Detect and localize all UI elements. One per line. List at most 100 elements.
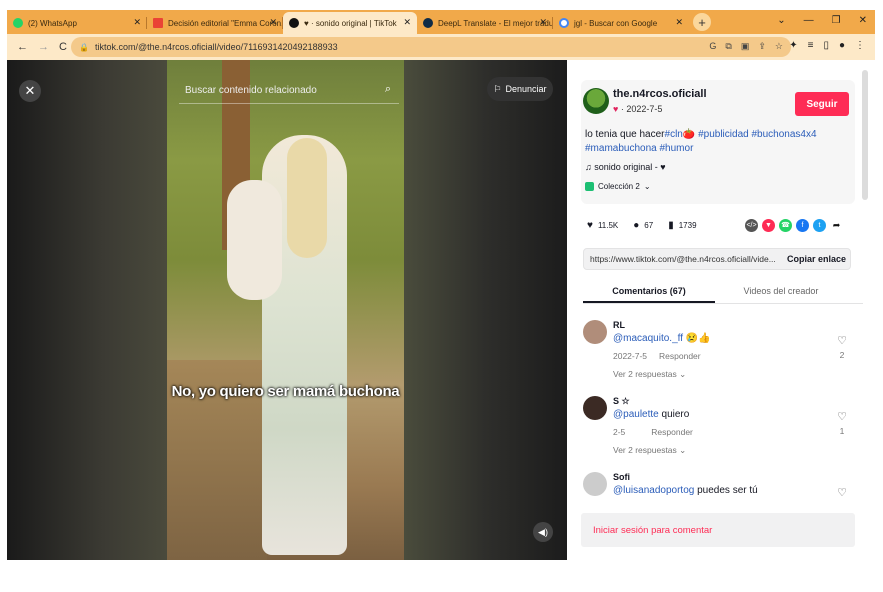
hashtag[interactable]: #buchonas4x4 <box>751 129 816 140</box>
close-tab-icon[interactable]: ✕ <box>539 17 547 28</box>
profile-avatar-icon[interactable]: ● <box>839 40 845 51</box>
username[interactable]: the.n4rcos.oficiall <box>613 88 707 100</box>
bookmark-icon[interactable]: ▮ <box>668 220 674 231</box>
tab-whatsapp[interactable]: (2) WhatsApp ✕ <box>7 12 147 34</box>
comment-count: 67 <box>644 221 654 230</box>
extension-icons: ✦ ≡ ▯ ● ⋮ <box>789 40 865 51</box>
url-field[interactable]: 🔒 tiktok.com/@the.n4rcos.oficiall/video/… <box>71 37 791 57</box>
twitter-icon[interactable]: t <box>813 219 826 232</box>
google-lens-icon[interactable]: G <box>709 41 716 52</box>
window-controls: ⌄ — ❐ ✕ <box>777 15 867 26</box>
tab-creator-videos[interactable]: Videos del creador <box>715 282 847 303</box>
hashtag[interactable]: #mamabuchona <box>585 143 657 154</box>
report-label: Denunciar <box>505 84 547 94</box>
side-panel-icon[interactable]: ▯ <box>823 40 829 51</box>
tab-tiktok[interactable]: ♥ · sonido original | TikTok ✕ <box>283 12 417 34</box>
tab-label: DeepL Translate - El mejor tradu... <box>438 18 553 28</box>
avatar[interactable] <box>583 88 609 114</box>
hashtag[interactable]: #cln🍅 <box>665 129 696 140</box>
whatsapp-share-icon[interactable]: ☎ <box>779 219 792 232</box>
close-tab-icon[interactable]: ✕ <box>403 17 411 28</box>
tab-label: jgl - Buscar con Google <box>574 18 658 28</box>
collection-link[interactable]: Colección 2 ⌄ <box>585 182 651 191</box>
facebook-icon[interactable]: f <box>796 219 809 232</box>
back-icon[interactable]: ← <box>17 41 28 53</box>
reading-list-icon[interactable]: ≡ <box>808 40 814 51</box>
close-tab-icon[interactable]: ✕ <box>675 17 683 28</box>
comment-like-button[interactable]: ♡ <box>834 486 850 499</box>
collection-icon <box>585 182 594 191</box>
post-date: ♥ · 2022-7-5 <box>613 104 663 114</box>
comment-author[interactable]: RL <box>613 320 625 330</box>
avatar[interactable] <box>583 320 607 344</box>
close-tab-icon[interactable]: ✕ <box>133 17 141 28</box>
report-button[interactable]: ⚐ Denunciar <box>487 77 553 101</box>
save-count: 1739 <box>678 221 697 230</box>
share-arrow-icon[interactable]: ➦ <box>830 219 843 232</box>
music-note-icon: ♫ <box>585 162 595 172</box>
reload-icon[interactable]: C <box>59 41 67 53</box>
scrollbar[interactable] <box>862 70 868 200</box>
view-replies-button[interactable]: Ver 2 respuestas ⌄ <box>613 369 686 380</box>
copy-link-button[interactable]: Copiar enlace <box>779 254 846 264</box>
mention[interactable]: @macaquito._ff <box>613 333 683 344</box>
forward-icon[interactable]: → <box>38 41 49 53</box>
mention[interactable]: @luisanadoportog <box>613 485 694 496</box>
share-icon[interactable]: ⇪ <box>758 41 766 52</box>
browser-window: (2) WhatsApp ✕ Decisión editorial "Emma … <box>0 0 883 592</box>
share-link-box: https://www.tiktok.com/@the.n4rcos.ofici… <box>583 248 851 270</box>
comment-like-button[interactable]: ♡ 2 <box>834 334 850 360</box>
comment-text: @luisanadoportog puedes ser tú <box>613 485 758 496</box>
avatar[interactable] <box>583 396 607 420</box>
send-icon[interactable]: ▼ <box>762 219 775 232</box>
sound-link[interactable]: ♫ sonido original - ♥ <box>585 162 666 172</box>
new-tab-button[interactable]: + <box>693 13 711 31</box>
follow-button[interactable]: Seguir <box>795 92 849 116</box>
avatar[interactable] <box>583 472 607 496</box>
like-heart-icon[interactable]: ♥ <box>587 220 593 231</box>
comment-meta: 2022-7-5 Responder <box>613 351 701 361</box>
comment-author[interactable]: S ☆ <box>613 396 630 407</box>
tab-comments[interactable]: Comentarios (67) <box>583 282 715 303</box>
tab-search-icon[interactable]: ⌄ <box>777 15 785 26</box>
engagement-stats: ♥ 11.5K ● 67 ▮ 1739 <box>587 220 697 231</box>
tab-google[interactable]: jgl - Buscar con Google ✕ <box>553 12 689 34</box>
view-replies-button[interactable]: Ver 2 respuestas ⌄ <box>613 445 686 456</box>
comment-item: Sofi @luisanadoportog puedes ser tú ♡ <box>581 470 861 508</box>
embed-icon[interactable]: </> <box>745 219 758 232</box>
restore-icon[interactable]: ❐ <box>832 15 841 26</box>
whatsapp-icon <box>13 18 23 28</box>
video-frame[interactable] <box>167 60 404 560</box>
menu-dots-icon[interactable]: ⋮ <box>855 40 865 51</box>
related-search-input[interactable]: Buscar contenido relacionado ⌕ <box>179 78 399 104</box>
hashtag[interactable]: #humor <box>660 143 694 154</box>
bookmark-star-icon[interactable]: ☆ <box>775 41 783 52</box>
comment-text: @macaquito._ff 😢👍 <box>613 333 711 344</box>
login-to-comment-button[interactable]: Iniciar sesión para comentar <box>581 513 855 547</box>
reply-button[interactable]: Responder <box>659 351 701 361</box>
search-icon[interactable]: ⌕ <box>385 83 391 96</box>
flag-icon: ⚐ <box>493 83 502 94</box>
baby-figure <box>227 180 282 300</box>
close-video-button[interactable]: ✕ <box>19 80 41 102</box>
install-icon[interactable]: ▣ <box>741 41 750 52</box>
volume-button[interactable]: ◀) <box>533 522 553 542</box>
google-icon <box>559 18 569 28</box>
close-window-icon[interactable]: ✕ <box>859 15 867 26</box>
tab-gmail[interactable]: Decisión editorial "Emma Coron... ✕ <box>147 12 283 34</box>
tab-deepl[interactable]: DeepL Translate - El mejor tradu... ✕ <box>417 12 553 34</box>
minimize-icon[interactable]: — <box>804 15 814 26</box>
mention[interactable]: @paulette <box>613 409 659 420</box>
hashtag[interactable]: #publicidad <box>698 129 749 140</box>
video-blur-left <box>7 60 167 560</box>
comment-bubble-icon[interactable]: ● <box>633 220 639 231</box>
extensions-icon[interactable]: ✦ <box>789 40 797 51</box>
comment-author[interactable]: Sofi <box>613 472 630 482</box>
video-player[interactable]: No, yo quiero ser mamá buchona ✕ Buscar … <box>7 60 567 560</box>
close-tab-icon[interactable]: ✕ <box>269 17 277 28</box>
reply-button[interactable]: Responder <box>651 427 693 437</box>
comment-text: @paulette quiero <box>613 409 690 420</box>
comment-like-button[interactable]: ♡ 1 <box>834 410 850 436</box>
translate-icon[interactable]: ⧉ <box>725 41 731 52</box>
share-link[interactable]: https://www.tiktok.com/@the.n4rcos.ofici… <box>584 254 779 264</box>
